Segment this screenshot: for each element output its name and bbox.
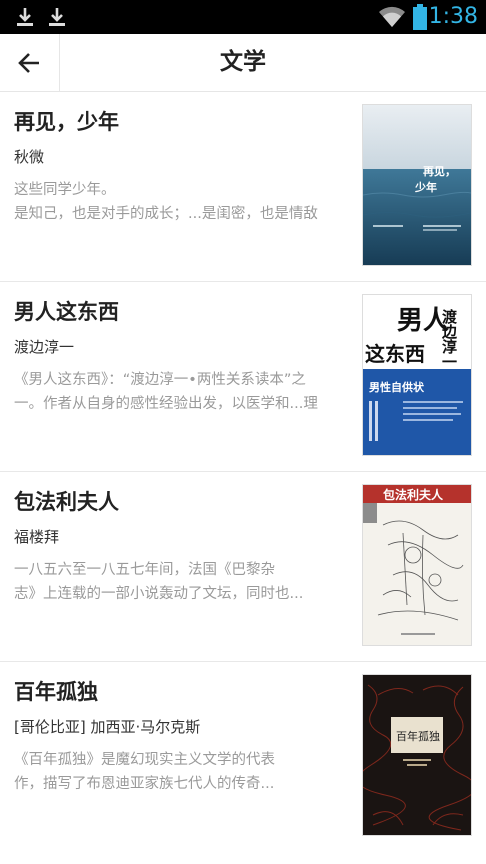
- cover-tag: 男性自供状: [369, 380, 425, 394]
- back-button[interactable]: [0, 34, 60, 91]
- book-title: 男人这东西: [14, 300, 119, 324]
- book-title: 百年孤独: [14, 680, 98, 704]
- book-cover: 百年孤独: [362, 674, 472, 836]
- app-bar: 文学: [0, 34, 486, 92]
- cover-title: 百年孤独: [396, 729, 440, 743]
- book-list-item[interactable]: 再见，少年 秋微 这些同学少年。 是知己，也是对手的成长；...是闺密，也是情敌: [0, 92, 486, 282]
- book-title: 再见，少年: [14, 110, 119, 134]
- cover-big-text: 这东西: [365, 342, 425, 366]
- cover-title-line: 少年: [414, 180, 437, 194]
- description-line: 一。作者从自身的感性经验出发，以医学和...理: [14, 396, 318, 412]
- description-line: 是知己，也是对手的成长；...是闺密，也是情敌: [14, 206, 318, 222]
- book-description: 这些同学少年。 是知己，也是对手的成长；...是闺密，也是情敌: [14, 178, 350, 226]
- page-title: 文学: [220, 49, 266, 75]
- clock: 1:38: [428, 4, 478, 29]
- wifi-icon: [379, 6, 405, 27]
- book-cover: 男人 这东西 渡边淳一 男性自供状: [362, 294, 472, 456]
- battery-icon: [413, 4, 427, 30]
- book-title: 包法利夫人: [14, 490, 119, 514]
- book-list-item[interactable]: 男人这东西 渡边淳一 《男人这东西》：“渡边淳一•两性关系读本”之 一。作者从自…: [0, 282, 486, 472]
- description-line: 作，描写了布恩迪亚家族七代人的传奇...: [14, 776, 275, 792]
- download-icon: [17, 8, 33, 26]
- status-bar: 1:38: [0, 0, 486, 34]
- cover-author: 渡边淳一: [440, 308, 458, 369]
- cover-title-line: 再见，: [423, 165, 456, 178]
- book-author: 福楼拜: [14, 528, 60, 546]
- cover-title: 包法利夫人: [382, 487, 444, 502]
- description-line: 《男人这东西》：“渡边淳一•两性关系读本”之: [14, 372, 306, 388]
- book-description: 《百年孤独》是魔幻现实主义文学的代表 作，描写了布恩迪亚家族七代人的传奇...: [14, 748, 350, 796]
- book-cover: 包法利夫人: [362, 484, 472, 646]
- book-description: 一八五六至一八五七年间，法国《巴黎杂 志》上连载的一部小说轰动了文坛，同时也..…: [14, 558, 350, 606]
- description-line: 这些同学少年。: [14, 182, 116, 198]
- description-line: 一八五六至一八五七年间，法国《巴黎杂: [14, 562, 275, 578]
- description-line: 志》上连载的一部小说轰动了文坛，同时也...: [14, 586, 304, 602]
- book-cover: 再见， 少年: [362, 104, 472, 266]
- download-icon: [49, 8, 65, 26]
- book-list-item[interactable]: 包法利夫人 福楼拜 一八五六至一八五七年间，法国《巴黎杂 志》上连载的一部小说轰…: [0, 472, 486, 662]
- book-list: 再见，少年 秋微 这些同学少年。 是知己，也是对手的成长；...是闺密，也是情敌: [0, 92, 486, 852]
- book-author: [哥伦比亚] 加西亚·马尔克斯: [14, 718, 201, 736]
- book-author: 渡边淳一: [14, 338, 75, 356]
- book-description: 《男人这东西》：“渡边淳一•两性关系读本”之 一。作者从自身的感性经验出发，以医…: [14, 368, 350, 416]
- book-author: 秋微: [14, 148, 45, 166]
- book-list-item[interactable]: 百年孤独 [哥伦比亚] 加西亚·马尔克斯 《百年孤独》是魔幻现实主义文学的代表 …: [0, 662, 486, 852]
- arrow-left-icon: [17, 52, 39, 73]
- description-line: 《百年孤独》是魔幻现实主义文学的代表: [14, 752, 275, 768]
